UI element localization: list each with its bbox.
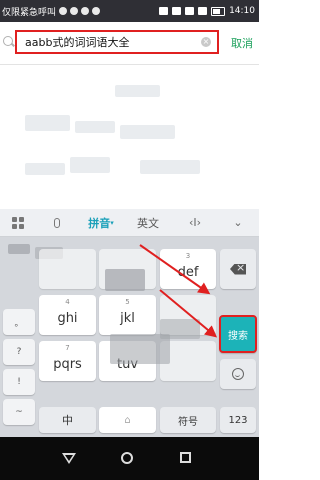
punct-key-exclaim[interactable]: ! xyxy=(3,369,35,395)
status-left: 仅限紧急呼叫 xyxy=(2,5,101,18)
mute-icon xyxy=(172,7,182,15)
battery-icon xyxy=(211,6,226,16)
headphone-icon xyxy=(159,7,169,15)
status-right: 14:10 xyxy=(159,0,255,22)
keyboard-menu-button[interactable] xyxy=(6,209,30,236)
blurred-block xyxy=(120,125,175,139)
english-mode-button[interactable]: 英文 xyxy=(133,209,163,236)
keyboard: 拼音 ▾ 英文 ‹I› ⌄ 。 ? ! ~ 3 def 4 ghi xyxy=(0,209,259,437)
blurred-block xyxy=(70,157,110,173)
english-label: 英文 xyxy=(137,216,159,230)
back-icon[interactable] xyxy=(62,453,76,464)
backspace-icon xyxy=(230,263,246,275)
notification-app-icon xyxy=(92,7,101,15)
caret-down-icon: ▾ xyxy=(110,218,114,227)
key-def[interactable]: 3 def xyxy=(160,249,216,289)
chinese-mode-key[interactable]: 中 xyxy=(39,407,96,433)
clear-icon[interactable]: × xyxy=(201,37,211,47)
blurred-block xyxy=(25,115,70,131)
key-ghi[interactable]: 4 ghi xyxy=(39,295,96,335)
space-key[interactable]: ⌂ xyxy=(99,407,156,433)
blurred-block xyxy=(115,85,160,97)
recent-apps-icon[interactable] xyxy=(180,452,191,463)
sim-icon xyxy=(198,7,208,15)
home-icon[interactable] xyxy=(121,452,133,464)
blurred-block xyxy=(25,163,65,175)
search-header: aabb式的词词语大全 × 取消 xyxy=(0,22,259,65)
search-query-text: aabb式的词词语大全 xyxy=(25,36,130,49)
cursor-move-button[interactable]: ‹I› xyxy=(183,209,207,236)
notification-app-icon xyxy=(70,7,79,15)
punct-key-tilde[interactable]: ~ xyxy=(3,399,35,425)
blurred-block xyxy=(75,121,115,133)
pinyin-mode-button[interactable]: 拼音 ▾ xyxy=(82,209,120,236)
notification-app-icon xyxy=(81,7,90,15)
microphone-icon xyxy=(54,217,60,228)
grid-icon xyxy=(12,216,24,229)
search-icon xyxy=(3,36,13,46)
punct-key-question[interactable]: ? xyxy=(3,339,35,365)
number-key[interactable]: 123 xyxy=(220,407,256,433)
text-cursor-icon: ‹I› xyxy=(188,216,202,229)
voice-input-button[interactable] xyxy=(45,209,69,236)
blurred-overlay xyxy=(160,319,200,339)
keyboard-toolbar: 拼音 ▾ 英文 ‹I› ⌄ xyxy=(0,209,259,237)
search-input[interactable]: aabb式的词词语大全 × xyxy=(15,30,219,54)
smile-icon xyxy=(232,368,244,380)
carrier-text: 仅限紧急呼叫 xyxy=(2,7,57,18)
chevron-down-icon: ⌄ xyxy=(233,216,243,229)
blurred-overlay xyxy=(105,269,145,291)
search-suggestions-blurred xyxy=(0,65,259,209)
key-jkl[interactable]: 5 jkl xyxy=(99,295,156,335)
punct-key-period[interactable]: 。 xyxy=(3,309,35,335)
key-abc-blurred[interactable] xyxy=(39,249,96,289)
hide-keyboard-button[interactable]: ⌄ xyxy=(226,209,250,236)
pinyin-label: 拼音 xyxy=(88,216,111,230)
cancel-button[interactable]: 取消 xyxy=(231,35,253,51)
wifi-icon xyxy=(185,7,195,15)
clock: 14:10 xyxy=(229,6,255,16)
delete-key[interactable] xyxy=(220,249,256,289)
blurred-block xyxy=(140,160,200,174)
symbol-key[interactable]: 符号 xyxy=(160,407,216,433)
search-key[interactable]: 搜索 xyxy=(219,315,257,353)
mic-small-icon: ⌂ xyxy=(124,414,131,426)
notification-app-icon xyxy=(59,7,68,15)
blurred-candidate xyxy=(8,244,30,254)
status-bar: 仅限紧急呼叫 14:10 xyxy=(0,0,259,22)
key-pqrs[interactable]: 7 pqrs xyxy=(39,341,96,381)
navigation-bar xyxy=(0,437,259,480)
emoji-key[interactable] xyxy=(220,359,256,389)
